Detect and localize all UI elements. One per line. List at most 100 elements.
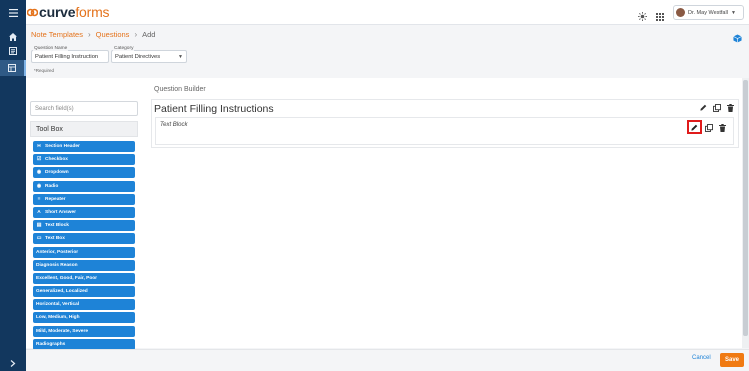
tool-type-icon: ◉	[36, 170, 42, 176]
toolbox-item[interactable]: ≡ Repeater	[33, 193, 135, 205]
toolbox-item[interactable]: A Short Answer	[33, 206, 135, 218]
toolbox-header: Tool Box	[30, 121, 138, 137]
category-label: Category	[113, 46, 135, 51]
avatar	[676, 8, 685, 17]
toolbox-item[interactable]: Anterior, Posterior	[33, 246, 135, 258]
cube-icon	[733, 34, 742, 43]
toolbox-item-label: Checkbox	[45, 157, 68, 163]
toolbox-item-label: Radiographs	[36, 341, 66, 347]
nav-note-templates[interactable]	[0, 60, 26, 76]
toolbox-item[interactable]: H Section Header	[33, 141, 135, 152]
toolbox-item[interactable]: ◉ Dropdown	[33, 167, 135, 179]
tool-type-icon: A	[37, 209, 41, 215]
tool-type-icon: ☑	[36, 157, 42, 163]
toolbox-item[interactable]: Diagnosis Reason	[33, 259, 135, 271]
toolbox-item[interactable]: Horizontal, Vertical	[33, 299, 135, 311]
toolbox-item-label: Diagnosis Reason	[36, 262, 78, 268]
chevron-right-icon	[10, 359, 16, 367]
toolbox-item-label: Text Block	[45, 223, 69, 229]
chevron-right-icon: ›	[134, 30, 138, 39]
breadcrumb-questions[interactable]: Questions	[96, 30, 130, 39]
category-field[interactable]: Patient Directives ▼ Category	[111, 46, 187, 63]
cancel-button[interactable]: Cancel	[692, 355, 711, 361]
trash-icon	[727, 103, 734, 112]
expand-nav-button[interactable]	[0, 355, 26, 371]
pencil-icon	[691, 124, 698, 131]
toolbox-item-label: Section Header	[45, 144, 80, 149]
toolbox-item-label: Text Box	[45, 236, 65, 242]
save-button[interactable]: Save	[720, 353, 744, 367]
dropdown-caret-icon: ▼	[178, 53, 183, 60]
section-title: Patient Filling Instructions	[154, 103, 274, 115]
required-note: *Required	[34, 68, 55, 73]
scroll-thumb[interactable]	[743, 80, 748, 336]
question-name-label: Question Name	[33, 46, 69, 51]
toolbox-item[interactable]: Generalized, Localized	[33, 286, 135, 298]
toolbox-item[interactable]: Low, Medium, High	[33, 312, 135, 324]
toolbox-item-label: Generalized, Localized	[36, 289, 88, 295]
question-name-input[interactable]: Patient Filling Instruction	[31, 50, 109, 63]
menu-button[interactable]	[0, 0, 26, 25]
footer-divider	[26, 349, 749, 350]
tool-type-icon: H	[37, 144, 41, 149]
copy-block-button[interactable]	[704, 123, 713, 132]
question-name-field[interactable]: Patient Filling Instruction Question Nam…	[31, 46, 109, 63]
form-list-icon	[9, 47, 17, 55]
copy-section-button[interactable]	[712, 103, 721, 112]
help-cube-button[interactable]	[733, 30, 742, 48]
toolbox-item-label: Short Answer	[45, 209, 77, 215]
copy-icon	[712, 103, 721, 112]
nav-forms[interactable]	[0, 43, 26, 59]
toolbox-item-label: Radio	[45, 183, 59, 189]
toolbox-item-label: Excellent, Good, Fair, Poor	[36, 275, 98, 281]
logo-text-curve: curve	[39, 4, 76, 20]
app-logo[interactable]: curve forms	[27, 4, 110, 20]
template-icon	[8, 64, 16, 72]
sun-icon	[638, 12, 647, 21]
menu-icon	[8, 8, 18, 17]
chevron-right-icon: ›	[87, 30, 91, 39]
toolbox-item-label: Low, Medium, High	[36, 315, 80, 321]
toolbox-item[interactable]: ◉ Radio	[33, 180, 135, 192]
toolbox-item-label: Dropdown	[45, 170, 69, 176]
apps-button[interactable]	[656, 8, 664, 26]
toolbox-item[interactable]: Mild, Moderate, Severe	[33, 325, 135, 337]
trash-icon	[719, 123, 726, 132]
category-value: Patient Directives	[115, 53, 161, 60]
tool-type-icon: ▤	[36, 223, 42, 229]
edit-section-button[interactable]	[699, 103, 708, 112]
breadcrumb-current: Add	[142, 30, 156, 39]
breadcrumb: Note Templates › Questions › Add	[31, 30, 155, 39]
delete-block-button[interactable]	[718, 123, 727, 132]
question-builder-title: Question Builder	[154, 86, 206, 93]
logo-text-forms: forms	[75, 4, 110, 20]
text-block-label: Text Block	[160, 122, 188, 128]
user-menu[interactable]: Dr. May Westfall ▼	[673, 5, 744, 20]
tool-type-icon: ▭	[36, 236, 42, 242]
toolbox-item[interactable]: Excellent, Good, Fair, Poor	[33, 272, 135, 284]
copy-icon	[704, 123, 713, 132]
text-block-item[interactable]: Text Block	[155, 117, 734, 145]
logo-icon	[27, 8, 38, 16]
toolbox-item[interactable]: ☑ Checkbox	[33, 154, 135, 166]
apps-grid-icon	[656, 13, 664, 21]
toolbox-item-label: Horizontal, Vertical	[36, 302, 80, 308]
breadcrumb-note-templates[interactable]: Note Templates	[31, 30, 83, 39]
tool-type-icon: ≡	[37, 196, 41, 202]
toolbox-list: H Section Header ☑ Checkbox ◉ Dropdown ◉ Radio ≡…	[33, 141, 135, 352]
home-icon	[9, 33, 17, 41]
edit-block-button[interactable]	[690, 123, 699, 132]
vertical-scrollbar[interactable]	[742, 78, 749, 348]
top-bar: curve forms Dr. May Westfall ▼	[0, 0, 749, 25]
theme-toggle[interactable]	[638, 8, 647, 26]
toolbox-item[interactable]: ▤ Text Block	[33, 220, 135, 232]
delete-section-button[interactable]	[726, 103, 735, 112]
user-name: Dr. May Westfall	[688, 9, 728, 16]
toolbox-item-label: Mild, Moderate, Severe	[36, 328, 88, 334]
toolbox-item-label: Repeater	[45, 196, 66, 202]
toolbox-item[interactable]: ▭ Text Box	[33, 233, 135, 245]
category-select[interactable]: Patient Directives ▼	[111, 50, 187, 63]
search-fields-input[interactable]: Search field(s)	[30, 101, 138, 116]
toolbox-item-label: Anterior, Posterior	[36, 249, 79, 255]
left-nav	[0, 25, 26, 371]
